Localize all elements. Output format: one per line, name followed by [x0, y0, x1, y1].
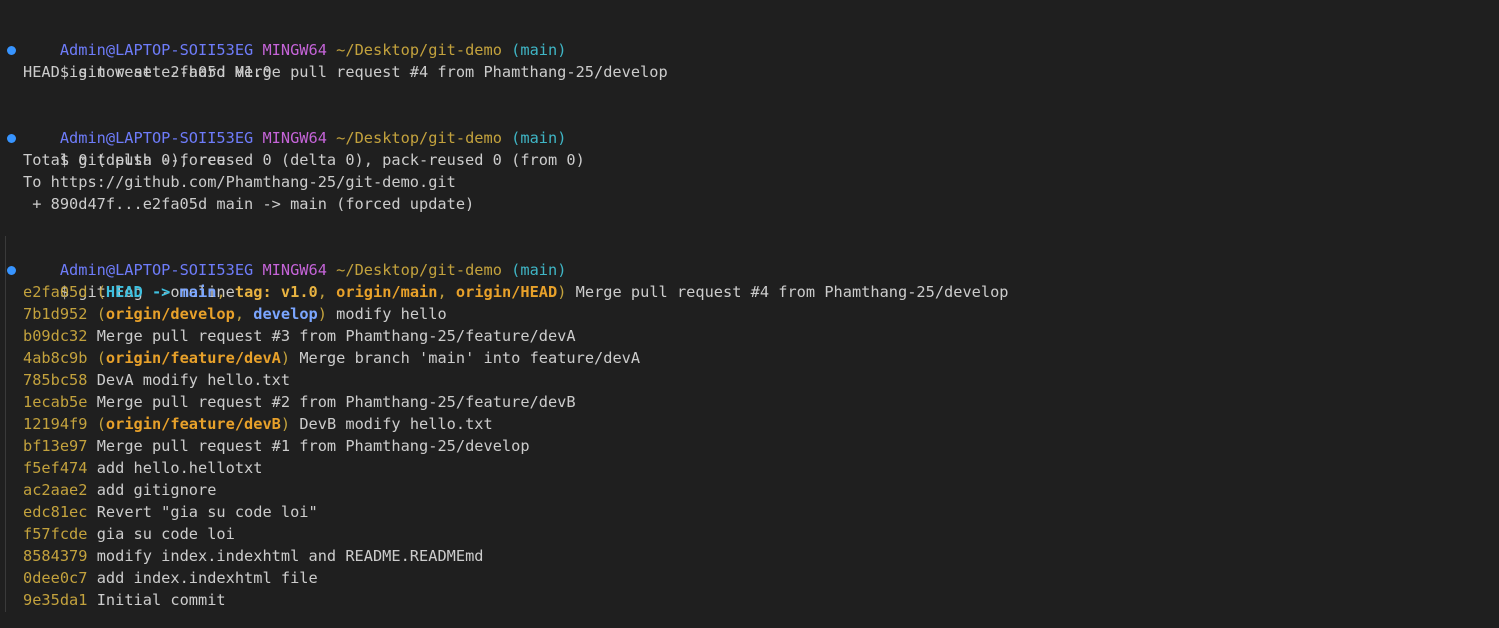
- commit-message: Merge pull request #2 from Phamthang-25/…: [96, 393, 576, 411]
- commit-hash: bf13e97: [23, 437, 88, 455]
- log-entry: e2fa05d (HEAD -> main, tag: v1.0, origin…: [23, 281, 1499, 303]
- ref-paren-close: ): [280, 415, 291, 433]
- commit-message: Revert "gia su code loi": [96, 503, 318, 521]
- log-entry: 4ab8c9b (origin/feature/devA) Merge bran…: [23, 347, 1499, 369]
- ref-paren-open: (: [96, 305, 106, 323]
- log-entry: 785bc58 DevA modify hello.txt: [23, 369, 1499, 391]
- commit-hash: f5ef474: [23, 459, 88, 477]
- commit-hash: edc81ec: [23, 503, 88, 521]
- ref-paren-close: ): [557, 283, 567, 301]
- commit-message: Merge pull request #3 from Phamthang-25/…: [96, 327, 576, 345]
- ref-label: ,: [216, 283, 235, 301]
- log-entry: edc81ec Revert "gia su code loi": [23, 501, 1499, 523]
- log-entry: f5ef474 add hello.hellotxt: [23, 457, 1499, 479]
- commit-message: Initial commit: [96, 591, 226, 609]
- commit-message: Merge pull request #4 from Phamthang-25/…: [575, 283, 1009, 301]
- ref-paren-close: ): [317, 305, 327, 323]
- commit-hash: b09dc32: [23, 327, 88, 345]
- commit-message: add index.indexhtml file: [96, 569, 318, 587]
- command-decoration-dot-icon[interactable]: [7, 266, 16, 275]
- commit-message: Merge branch 'main' into feature/devA: [299, 349, 641, 367]
- commit-message: add gitignore: [96, 481, 217, 499]
- commit-hash: e2fa05d: [23, 283, 88, 301]
- ref-paren-close: ): [280, 349, 291, 367]
- commit-hash: 1ecab5e: [23, 393, 88, 411]
- command-gutter-line: [5, 236, 6, 612]
- command-line[interactable]: $ git log --oneline: [7, 259, 1499, 301]
- log-entry: ac2aae2 add gitignore: [23, 479, 1499, 501]
- ref-paren-open: (: [96, 415, 106, 433]
- ref-label: ,: [317, 283, 337, 301]
- ref-label: origin/feature/devA: [105, 349, 281, 367]
- log-entry: 8584379 modify index.indexhtml and READM…: [23, 545, 1499, 567]
- commit-message: DevA modify hello.txt: [96, 371, 291, 389]
- output-line: HEAD is now at e2fa05d Merge pull reques…: [23, 63, 668, 81]
- command-line[interactable]: $ git push --force: [7, 127, 1499, 169]
- commit-hash: 4ab8c9b: [23, 349, 88, 367]
- ref-label: ,: [234, 305, 254, 323]
- ref-label: origin/main: [336, 283, 438, 301]
- commit-message: gia su code loi: [96, 525, 235, 543]
- commit-hash: 9e35da1: [23, 591, 88, 609]
- commit-hash: 0dee0c7: [23, 569, 88, 587]
- prompt-line: Admin@LAPTOP-SOII53EG MINGW64 ~/Desktop/…: [23, 17, 1499, 59]
- commit-message: DevB modify hello.txt: [299, 415, 493, 433]
- commit-message: Merge pull request #1 from Phamthang-25/…: [96, 437, 530, 455]
- prompt-line: Admin@LAPTOP-SOII53EG MINGW64 ~/Desktop/…: [23, 237, 1499, 279]
- ref-label: main: [179, 283, 217, 301]
- output-line: + 890d47f...e2fa05d main -> main (forced…: [23, 195, 475, 213]
- command-decoration-dot-icon[interactable]: [7, 134, 16, 143]
- commit-message: modify index.indexhtml and README.README…: [96, 547, 484, 565]
- output-line: Total 0 (delta 0), reused 0 (delta 0), p…: [23, 151, 585, 169]
- log-entry: f57fcde gia su code loi: [23, 523, 1499, 545]
- output-line: To https://github.com/Phamthang-25/git-d…: [23, 173, 456, 191]
- log-entry: 9e35da1 Initial commit: [23, 589, 1499, 611]
- log-entry: 0dee0c7 add index.indexhtml file: [23, 567, 1499, 589]
- commit-hash: 12194f9: [23, 415, 88, 433]
- ref-paren-open: (: [96, 349, 106, 367]
- ref-label: develop: [253, 305, 318, 323]
- ref-label: origin/feature/devB: [105, 415, 281, 433]
- git-log-output: e2fa05d (HEAD -> main, tag: v1.0, origin…: [23, 281, 1499, 611]
- prompt-line: Admin@LAPTOP-SOII53EG MINGW64 ~/Desktop/…: [23, 105, 1499, 147]
- terminal-panel[interactable]: Admin@LAPTOP-SOII53EG MINGW64 ~/Desktop/…: [0, 0, 1499, 628]
- ref-label: HEAD ->: [105, 283, 180, 301]
- command-line[interactable]: $ git reset --hard v1.0: [7, 39, 1499, 81]
- commit-hash: 8584379: [23, 547, 88, 565]
- ref-label: origin/develop: [105, 305, 235, 323]
- commit-hash: ac2aae2: [23, 481, 88, 499]
- commit-message: add hello.hellotxt: [96, 459, 263, 477]
- log-entry: 12194f9 (origin/feature/devB) DevB modif…: [23, 413, 1499, 435]
- log-entry: bf13e97 Merge pull request #1 from Phamt…: [23, 435, 1499, 457]
- log-entry: 1ecab5e Merge pull request #2 from Phamt…: [23, 391, 1499, 413]
- commit-hash: f57fcde: [23, 525, 88, 543]
- log-entry: b09dc32 Merge pull request #3 from Phamt…: [23, 325, 1499, 347]
- commit-hash: 785bc58: [23, 371, 88, 389]
- commit-message: modify hello: [336, 305, 447, 323]
- ref-label: tag: v1.0: [234, 283, 318, 301]
- command-decoration-dot-icon[interactable]: [7, 46, 16, 55]
- ref-label: ,: [437, 283, 456, 301]
- ref-label: origin/HEAD: [455, 283, 558, 301]
- log-entry: 7b1d952 (origin/develop, develop) modify…: [23, 303, 1499, 325]
- ref-paren-open: (: [96, 283, 106, 301]
- commit-hash: 7b1d952: [23, 305, 88, 323]
